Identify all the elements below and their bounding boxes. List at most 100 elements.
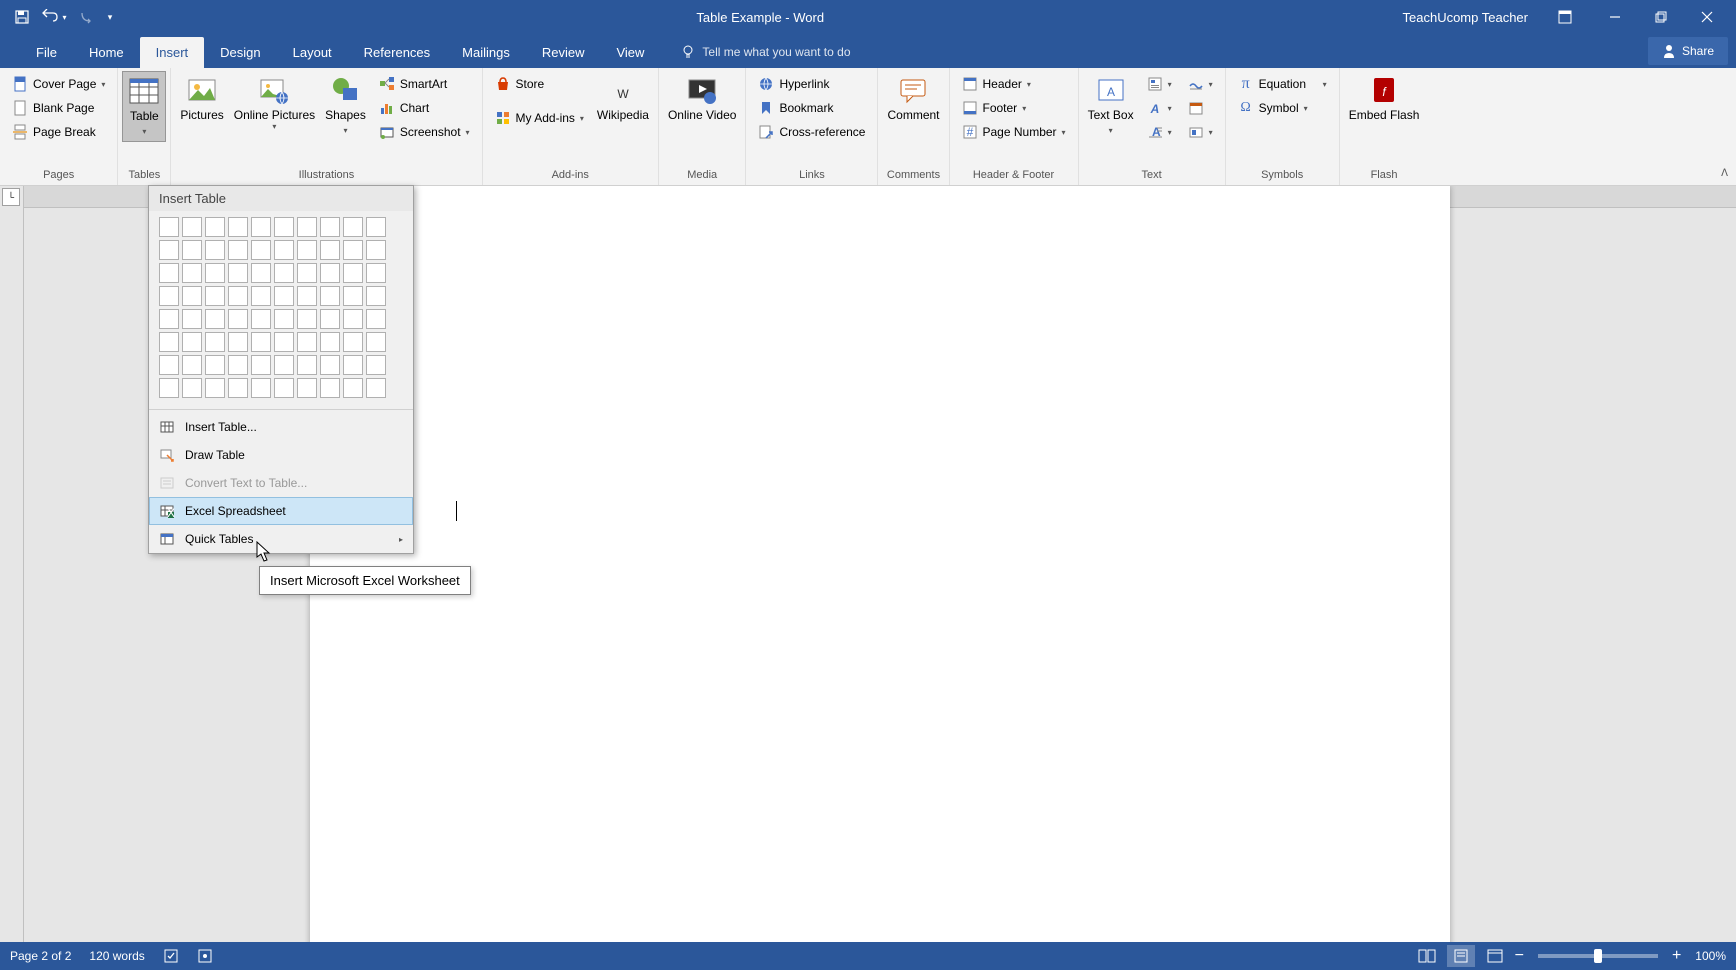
redo-button[interactable]	[70, 3, 102, 31]
symbol-button[interactable]: ΩSymbol▾	[1233, 97, 1332, 119]
grid-cell[interactable]	[159, 355, 179, 375]
grid-cell[interactable]	[274, 355, 294, 375]
grid-cell[interactable]	[182, 240, 202, 260]
grid-cell[interactable]	[274, 263, 294, 283]
grid-cell[interactable]	[320, 240, 340, 260]
grid-cell[interactable]	[205, 309, 225, 329]
grid-cell[interactable]	[205, 355, 225, 375]
document-page[interactable]	[310, 186, 1450, 942]
grid-cell[interactable]	[320, 355, 340, 375]
grid-cell[interactable]	[205, 378, 225, 398]
grid-cell[interactable]	[182, 217, 202, 237]
dropdown-item-quick-tables[interactable]: Quick Tables▸	[149, 525, 413, 553]
smartart-button[interactable]: SmartArt	[374, 73, 475, 95]
grid-cell[interactable]	[343, 378, 363, 398]
my-addins-button[interactable]: My Add-ins▾	[490, 107, 589, 129]
grid-cell[interactable]	[320, 309, 340, 329]
online-video-button[interactable]: Online Video	[663, 71, 742, 125]
grid-cell[interactable]	[343, 309, 363, 329]
page-break-button[interactable]: Page Break	[7, 121, 110, 143]
user-name[interactable]: TeachUcomp Teacher	[1403, 10, 1529, 25]
zoom-out-button[interactable]: −	[1515, 947, 1524, 965]
grid-cell[interactable]	[343, 355, 363, 375]
grid-cell[interactable]	[343, 240, 363, 260]
web-layout-button[interactable]	[1481, 945, 1509, 967]
grid-cell[interactable]	[297, 378, 317, 398]
shapes-button[interactable]: Shapes▾	[320, 71, 371, 140]
drop-cap-button[interactable]: A▾	[1142, 121, 1177, 143]
grid-cell[interactable]	[159, 240, 179, 260]
word-count[interactable]: 120 words	[89, 949, 144, 963]
grid-cell[interactable]	[343, 263, 363, 283]
vertical-ruler[interactable]: └	[0, 186, 24, 942]
grid-cell[interactable]	[228, 286, 248, 306]
embed-flash-button[interactable]: fEmbed Flash	[1344, 71, 1425, 125]
zoom-in-button[interactable]: +	[1672, 947, 1681, 965]
grid-cell[interactable]	[320, 286, 340, 306]
pictures-button[interactable]: Pictures	[175, 71, 228, 125]
tab-view[interactable]: View	[600, 37, 660, 68]
grid-cell[interactable]	[297, 286, 317, 306]
grid-cell[interactable]	[182, 355, 202, 375]
wikipedia-button[interactable]: WWikipedia	[592, 71, 654, 125]
grid-cell[interactable]	[343, 217, 363, 237]
grid-cell[interactable]	[182, 378, 202, 398]
cross-reference-button[interactable]: Cross-reference	[753, 121, 870, 143]
footer-button[interactable]: Footer▾	[957, 97, 1071, 119]
table-grid-picker[interactable]	[149, 211, 413, 406]
zoom-level[interactable]: 100%	[1695, 949, 1726, 963]
grid-cell[interactable]	[182, 263, 202, 283]
grid-cell[interactable]	[182, 332, 202, 352]
object-button[interactable]: ▾	[1183, 121, 1218, 143]
share-button[interactable]: Share	[1648, 37, 1728, 65]
grid-cell[interactable]	[182, 309, 202, 329]
grid-cell[interactable]	[228, 240, 248, 260]
tab-selector[interactable]: └	[2, 188, 20, 206]
grid-cell[interactable]	[274, 309, 294, 329]
grid-cell[interactable]	[366, 332, 386, 352]
dropdown-item-draw-table[interactable]: Draw Table	[149, 441, 413, 469]
grid-cell[interactable]	[228, 263, 248, 283]
grid-cell[interactable]	[251, 240, 271, 260]
page-indicator[interactable]: Page 2 of 2	[10, 949, 71, 963]
tell-me-search[interactable]: Tell me what you want to do	[680, 44, 850, 68]
tab-mailings[interactable]: Mailings	[446, 37, 526, 68]
grid-cell[interactable]	[297, 240, 317, 260]
store-button[interactable]: Store	[490, 73, 589, 95]
signature-line-button[interactable]: ▾	[1183, 73, 1218, 95]
comment-button[interactable]: Comment	[882, 71, 944, 125]
grid-cell[interactable]	[205, 286, 225, 306]
grid-cell[interactable]	[251, 217, 271, 237]
read-mode-button[interactable]	[1413, 945, 1441, 967]
grid-cell[interactable]	[228, 217, 248, 237]
grid-cell[interactable]	[343, 332, 363, 352]
tab-file[interactable]: File	[20, 37, 73, 68]
bookmark-button[interactable]: Bookmark	[753, 97, 870, 119]
grid-cell[interactable]	[366, 378, 386, 398]
tab-layout[interactable]: Layout	[277, 37, 348, 68]
zoom-slider[interactable]	[1538, 954, 1658, 958]
grid-cell[interactable]	[320, 332, 340, 352]
cover-page-button[interactable]: Cover Page▾	[7, 73, 110, 95]
save-button[interactable]	[6, 3, 38, 31]
tab-references[interactable]: References	[348, 37, 446, 68]
tab-review[interactable]: Review	[526, 37, 601, 68]
header-button[interactable]: Header▾	[957, 73, 1071, 95]
grid-cell[interactable]	[228, 332, 248, 352]
tab-design[interactable]: Design	[204, 37, 276, 68]
undo-button[interactable]: ▾	[38, 3, 70, 31]
grid-cell[interactable]	[366, 263, 386, 283]
grid-cell[interactable]	[228, 309, 248, 329]
grid-cell[interactable]	[297, 309, 317, 329]
grid-cell[interactable]	[366, 309, 386, 329]
grid-cell[interactable]	[274, 332, 294, 352]
grid-cell[interactable]	[205, 217, 225, 237]
grid-cell[interactable]	[251, 378, 271, 398]
grid-cell[interactable]	[320, 378, 340, 398]
zoom-thumb[interactable]	[1594, 949, 1602, 963]
maximize-button[interactable]	[1638, 2, 1684, 32]
grid-cell[interactable]	[297, 355, 317, 375]
grid-cell[interactable]	[274, 286, 294, 306]
table-button[interactable]: Table▾	[122, 71, 166, 142]
qat-customize[interactable]: ▾	[102, 3, 118, 31]
